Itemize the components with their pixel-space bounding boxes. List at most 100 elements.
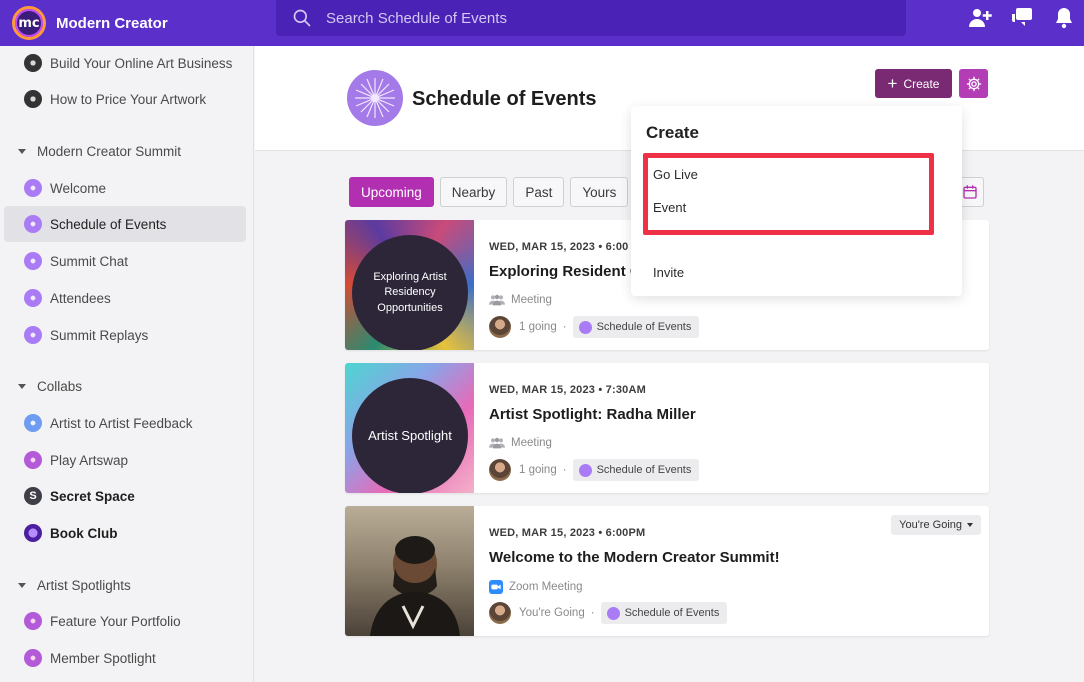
chevron-down-icon	[18, 383, 26, 389]
sidebar-item-welcome[interactable]: Welcome	[4, 170, 246, 206]
sidebar-item-member-spotlight[interactable]: Member Spotlight	[4, 640, 246, 676]
event-title[interactable]: Artist Spotlight: Radha Miller	[489, 406, 696, 423]
rsvp-label: You're Going	[899, 519, 962, 531]
sidebar-item-label: Welcome	[50, 180, 107, 196]
space-icon	[24, 612, 42, 630]
chevron-down-icon	[18, 582, 26, 588]
space-icon	[24, 252, 42, 270]
event-date: WED, MAR 15, 2023 • 6:00PM	[489, 527, 646, 539]
separator-dot: ·	[562, 464, 567, 476]
top-icons	[968, 0, 1084, 36]
brand[interactable]: mc Modern Creator	[0, 6, 276, 40]
space-icon	[24, 90, 42, 108]
search-input[interactable]	[326, 9, 886, 27]
sidebar-item-label: Play Artswap	[50, 452, 129, 468]
event-meta: 1 going · Schedule of Events	[489, 459, 700, 481]
event-cover-image: Artist Spotlight	[345, 363, 474, 493]
notifications-bell-icon[interactable]	[1052, 6, 1076, 30]
event-title[interactable]: Exploring Resident C	[489, 263, 641, 280]
event-type: Meeting	[489, 294, 552, 306]
attendance-status: You're Going	[519, 607, 585, 619]
create-button[interactable]: + Create	[875, 69, 952, 98]
space-icon	[24, 179, 42, 197]
space-chip-label: Schedule of Events	[596, 321, 692, 333]
event-type-label: Meeting	[511, 294, 552, 306]
separator-dot: ·	[562, 321, 567, 333]
tab-yours[interactable]: Yours	[570, 177, 629, 207]
search-icon	[293, 9, 311, 27]
space-icon	[24, 524, 42, 542]
calendar-icon	[962, 185, 977, 199]
event-cover-text: Exploring Artist Residency Opportunities	[352, 235, 468, 350]
space-icon	[24, 326, 42, 344]
sidebar-item-label: How to Price Your Artwork	[50, 91, 207, 107]
space-icon	[24, 649, 42, 667]
space-icon	[578, 320, 592, 334]
person-photo-icon	[370, 536, 460, 636]
sidebar-group-artist-spotlights[interactable]: Artist Spotlights	[4, 567, 246, 603]
space-chip[interactable]: Schedule of Events	[572, 459, 700, 481]
sidebar-item-play-artswap[interactable]: Play Artswap	[4, 442, 246, 478]
event-title[interactable]: Welcome to the Modern Creator Summit!	[489, 549, 780, 566]
space-chip-label: Schedule of Events	[596, 464, 692, 476]
avatar	[489, 602, 511, 624]
sidebar-group-label: Modern Creator Summit	[37, 143, 182, 159]
event-card[interactable]: Artist Spotlight WED, MAR 15, 2023 • 7:3…	[345, 363, 989, 493]
highlight-annotation-box	[643, 153, 934, 235]
sidebar-group-label: Artist Spotlights	[37, 577, 131, 593]
top-bar: mc Modern Creator	[0, 0, 1084, 46]
group-icon	[489, 437, 505, 449]
event-date: WED, MAR 15, 2023 • 6:00	[489, 241, 629, 253]
tab-past[interactable]: Past	[513, 177, 565, 207]
sidebar-item-artist-to-artist-feedback[interactable]: Artist to Artist Feedback	[4, 405, 246, 441]
sidebar-group-collabs[interactable]: Collabs	[4, 368, 246, 404]
event-date: WED, MAR 15, 2023 • 7:30AM	[489, 384, 646, 396]
group-icon	[489, 294, 505, 306]
search-bar[interactable]	[276, 0, 906, 36]
avatar	[489, 459, 511, 481]
space-icon	[578, 463, 592, 477]
event-meta: 1 going · Schedule of Events	[489, 316, 700, 338]
dropdown-title: Create	[646, 123, 699, 142]
rsvp-dropdown-button[interactable]: You're Going	[891, 515, 981, 535]
tab-upcoming[interactable]: Upcoming	[349, 177, 434, 207]
space-chip[interactable]: Schedule of Events	[600, 602, 728, 624]
space-icon	[606, 606, 620, 620]
sidebar-item-schedule-of-events[interactable]: Schedule of Events	[4, 206, 246, 242]
sidebar-item-summit-chat[interactable]: Summit Chat	[4, 243, 246, 279]
sidebar-item-attendees[interactable]: Attendees	[4, 280, 246, 316]
space-letter-icon: S	[24, 487, 42, 505]
settings-button[interactable]	[959, 69, 988, 98]
sidebar-item-label: Attendees	[50, 290, 111, 306]
zoom-icon	[489, 580, 503, 594]
messages-icon[interactable]	[1010, 6, 1034, 30]
event-meta: You're Going · Schedule of Events	[489, 602, 728, 624]
sidebar-item-label: Artist to Artist Feedback	[50, 415, 193, 431]
add-user-icon[interactable]	[968, 6, 992, 30]
space-icon	[24, 451, 42, 469]
event-type-label: Meeting	[511, 437, 552, 449]
caret-down-icon	[967, 523, 973, 527]
event-cover-image	[345, 506, 474, 636]
sidebar-item-price-artwork[interactable]: How to Price Your Artwork	[4, 81, 246, 117]
sidebar-item-build-online-art-business[interactable]: Build Your Online Art Business	[4, 46, 246, 81]
tab-nearby[interactable]: Nearby	[439, 177, 508, 207]
sidebar-item-book-club[interactable]: Book Club	[4, 515, 246, 551]
sidebar-item-summit-replays[interactable]: Summit Replays	[4, 317, 246, 353]
sidebar-group-modern-creator-summit[interactable]: Modern Creator Summit	[4, 133, 246, 169]
space-chip[interactable]: Schedule of Events	[572, 316, 700, 338]
event-type-label: Zoom Meeting	[509, 581, 583, 593]
event-filter-tabs: Upcoming Nearby Past Yours	[349, 177, 629, 207]
space-icon	[24, 414, 42, 432]
space-chip-label: Schedule of Events	[624, 607, 720, 619]
sidebar-item-label: Build Your Online Art Business	[50, 55, 233, 71]
sidebar-item-label: Member Spotlight	[50, 650, 156, 666]
sidebar-item-label: Secret Space	[50, 488, 135, 504]
sidebar-item-label: Summit Chat	[50, 253, 129, 269]
sidebar-item-label: Summit Replays	[50, 327, 149, 343]
space-icon	[24, 54, 42, 72]
sidebar-item-secret-space[interactable]: S Secret Space	[4, 478, 246, 514]
sidebar-item-feature-your-portfolio[interactable]: Feature Your Portfolio	[4, 603, 246, 639]
menu-item-invite[interactable]: Invite	[653, 265, 684, 280]
event-card[interactable]: WED, MAR 15, 2023 • 6:00PM Welcome to th…	[345, 506, 989, 636]
